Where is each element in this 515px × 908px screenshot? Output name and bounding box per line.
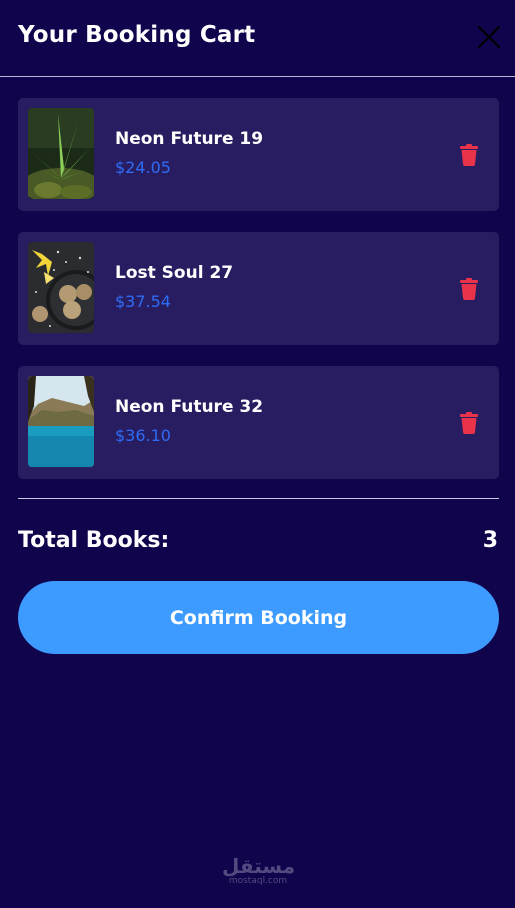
item-price: $24.05 [115, 158, 171, 177]
total-label: Total Books: [18, 528, 170, 553]
confirm-booking-button[interactable]: Confirm Booking [18, 581, 499, 654]
cart-list: Neon Future 19 $24.05 Lost Soul 27 $37.5… [18, 98, 499, 500]
watermark-arabic: مستقل [222, 854, 296, 878]
item-title: Lost Soul 27 [115, 263, 234, 283]
watermark-latin: mostaql.com [228, 876, 288, 886]
delete-button[interactable] [459, 278, 479, 300]
item-price: $37.54 [115, 292, 171, 311]
trash-icon [460, 412, 478, 434]
item-title: Neon Future 32 [115, 397, 264, 417]
cookies-photo [28, 242, 94, 333]
cart-item: Neon Future 32 $36.10 [18, 366, 499, 479]
page-title: Your Booking Cart [18, 22, 256, 48]
cart-item: Lost Soul 27 $37.54 [18, 232, 499, 345]
trash-icon [460, 278, 478, 300]
item-title: Neon Future 19 [115, 129, 264, 149]
cart-header: Your Booking Cart [0, 0, 515, 77]
delete-button[interactable] [459, 144, 479, 166]
cart-item: Neon Future 19 $24.05 [18, 98, 499, 211]
close-button[interactable] [474, 22, 504, 52]
delete-button[interactable] [459, 412, 479, 434]
item-price: $36.10 [115, 426, 171, 445]
total-value: 3 [482, 528, 498, 553]
summary-divider [18, 498, 499, 499]
plant-photo [28, 108, 94, 199]
sea-cliff-photo [28, 376, 94, 467]
trash-icon [460, 144, 478, 166]
watermark-logo: مستقل mostaql.com [222, 854, 296, 886]
close-icon [477, 25, 501, 49]
